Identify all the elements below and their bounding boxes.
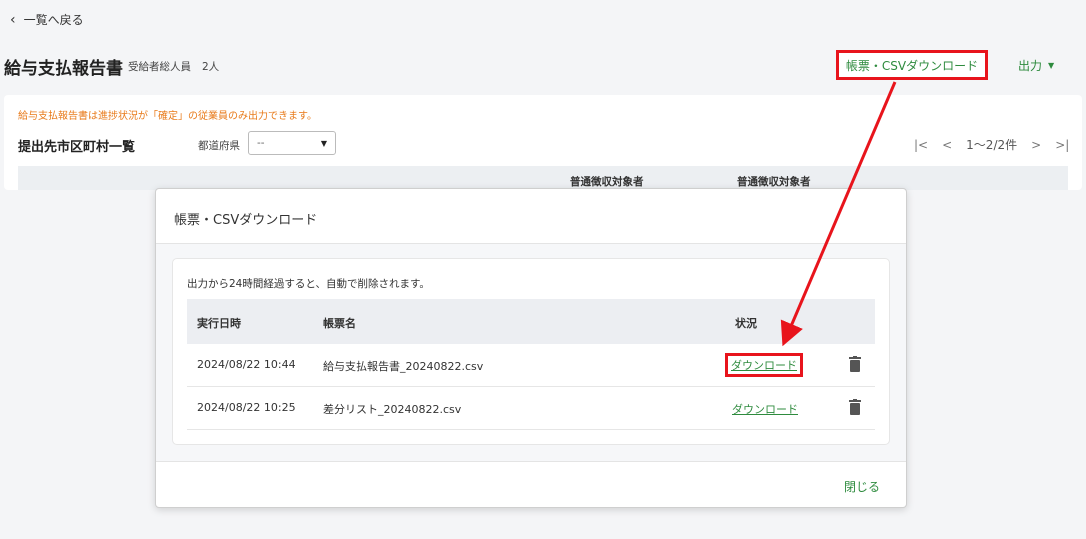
last-page-button[interactable]: >| <box>1055 138 1069 152</box>
chevron-left-icon: ‹ <box>10 11 16 28</box>
first-page-button[interactable]: |< <box>914 138 928 152</box>
table-row: 2024/08/22 10:44 給与支払報告書_20240822.csv ダウ… <box>187 344 875 387</box>
row-name: 差分リスト_20240822.csv <box>323 403 462 416</box>
pagination: |< < 1〜2/2件 > >| <box>914 136 1069 153</box>
prev-page-button[interactable]: < <box>942 138 952 152</box>
row-datetime: 2024/08/22 10:25 <box>197 401 296 414</box>
table-header-cell: 普通徴収対象者 <box>737 176 811 188</box>
modal-body: 出力から24時間経過すると、自動で削除されます。 実行日時 帳票名 状況 202… <box>156 244 906 461</box>
column-header-name: 帳票名 <box>323 317 356 330</box>
trash-icon[interactable] <box>849 356 861 372</box>
row-name: 給与支払報告書_20240822.csv <box>323 360 484 373</box>
download-link[interactable]: ダウンロード <box>725 353 803 377</box>
modal-title: 帳票・CSVダウンロード <box>174 213 318 228</box>
column-header-datetime: 実行日時 <box>197 317 241 330</box>
recipient-label: 受給者総人員 <box>128 61 191 73</box>
auto-delete-notice: 出力から24時間経過すると、自動で削除されます。 <box>187 278 430 290</box>
table-header-cell: 普通徴収対象者 <box>570 176 644 188</box>
prefecture-value: -- <box>257 137 265 149</box>
page-range: 1〜2/2件 <box>966 138 1018 152</box>
modal-footer: 閉じる <box>156 461 906 507</box>
caret-down-icon: ▼ <box>1048 61 1055 70</box>
trash-icon[interactable] <box>849 399 861 415</box>
download-list-card: 出力から24時間経過すると、自動で削除されます。 実行日時 帳票名 状況 202… <box>172 258 890 445</box>
warning-text: 給与支払報告書は進捗状況が「確定」の従業員のみ出力できます。 <box>18 111 317 122</box>
output-dropdown-button[interactable]: 出力 ▼ <box>1018 57 1054 74</box>
recipient-count: 2人 <box>202 61 220 73</box>
column-header-status: 状況 <box>735 317 757 330</box>
prefecture-label: 都道府県 <box>198 140 240 152</box>
modal-header: 帳票・CSVダウンロード <box>156 189 906 244</box>
row-datetime: 2024/08/22 10:44 <box>197 358 296 371</box>
back-label: 一覧へ戻る <box>23 13 84 27</box>
page-title: 給与支払報告書 <box>4 59 123 79</box>
table-row: 2024/08/22 10:25 差分リスト_20240822.csv ダウンロ… <box>187 387 875 430</box>
output-label: 出力 <box>1018 59 1043 73</box>
download-modal: 帳票・CSVダウンロード 出力から24時間経過すると、自動で削除されます。 実行… <box>155 188 907 508</box>
back-to-list-link[interactable]: ‹ 一覧へ戻る <box>10 11 84 28</box>
download-link[interactable]: ダウンロード <box>728 399 802 419</box>
download-table-header: 実行日時 帳票名 状況 <box>187 299 875 344</box>
csv-download-button[interactable]: 帳票・CSVダウンロード <box>836 50 988 80</box>
csv-download-label: 帳票・CSVダウンロード <box>845 58 979 73</box>
close-button[interactable]: 閉じる <box>844 478 880 495</box>
municipality-table-header <box>18 166 1068 190</box>
section-title: 提出先市区町村一覧 <box>18 140 136 155</box>
prefecture-select[interactable]: -- ▼ <box>248 131 336 155</box>
next-page-button[interactable]: > <box>1031 138 1041 152</box>
caret-down-icon: ▼ <box>320 138 327 148</box>
